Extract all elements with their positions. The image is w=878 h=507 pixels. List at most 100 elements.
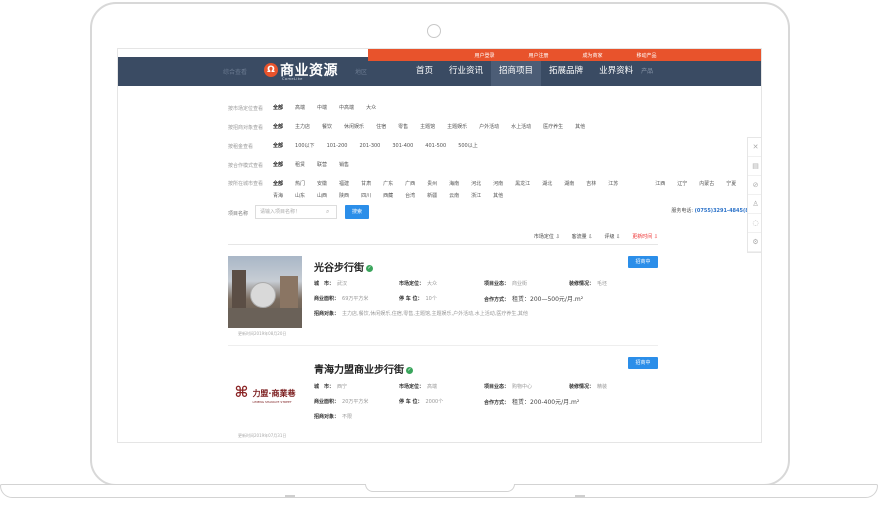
search-input[interactable]: 请输入项目名称！ [255,205,337,219]
filter-option[interactable]: 301-400 [392,142,413,151]
logo-icon[interactable]: Ω [264,63,278,77]
filter-option[interactable]: 户外活动 [479,123,499,132]
mobile-link[interactable]: 移动产品 [637,52,657,59]
sort-rating[interactable]: 评级 ⇩ [604,233,620,240]
filter-option[interactable]: 101-200 [327,142,348,151]
filter-option[interactable]: 主题馆 [420,123,435,132]
filter-option[interactable]: 401-500 [425,142,446,151]
filter-option[interactable]: 全部 [273,104,283,113]
recruiting-button[interactable]: 招商中 [628,357,658,369]
filter-option[interactable]: 四川 [361,192,371,201]
filter-option[interactable]: 陕西 [339,192,349,201]
filter-option[interactable]: 湖南 [564,180,574,189]
filter-option[interactable]: 西藏 [383,192,393,201]
phone-label: 服务电话: [671,208,693,214]
filter-option[interactable]: 租赁 [295,161,305,170]
gear-icon[interactable]: ⚙ [748,233,761,252]
compass-icon[interactable]: ⊘ [748,176,761,195]
filter-option[interactable]: 甘肃 [361,180,371,189]
filter-option[interactable]: 全部 [273,123,283,132]
close-icon[interactable]: ✕ [748,138,761,157]
listing-logo[interactable]: ⌘ 力盟·商業巷 LIMENG SHANGYE STREET [228,356,302,428]
filter-option[interactable]: 餐饮 [322,123,332,132]
recruiting-button[interactable]: 招商中 [628,256,658,268]
nav-item-materials[interactable]: 业界资料 [591,57,641,86]
filter-option[interactable]: 其他 [575,123,585,132]
filter-option[interactable]: 河南 [493,180,503,189]
filter-option[interactable]: 福建 [339,180,349,189]
filter-option[interactable]: 吉林 [586,180,596,189]
search-icon[interactable]: ⌕ [326,208,329,216]
filter-option[interactable]: 医疗养生 [543,123,563,132]
nav-item-news[interactable]: 行业资讯 [441,57,491,86]
filter-option[interactable]: 贵州 [427,180,437,189]
filter-option[interactable]: 黑龙江 [515,180,530,189]
filter-row-coop: 按合作模式查看 全部 租赁 联营 销售 [228,156,748,175]
filter-option[interactable]: 水上活动 [511,123,531,132]
updated-time: 更新时间2019年08月20日 [238,331,287,336]
sort-updated[interactable]: 更新时间 ⇩ [632,233,658,240]
chat-icon[interactable]: ◌ [748,214,761,233]
filter-option[interactable]: 云南 [449,192,459,201]
filter-option[interactable]: 台湾 [405,192,415,201]
filter-option[interactable]: 河北 [471,180,481,189]
filter-option[interactable]: 新疆 [427,192,437,201]
filter-option[interactable]: 山西 [317,192,327,201]
listing-title[interactable]: 青海力盟商业步行街 ✓ [314,361,413,376]
filter-option[interactable]: 大众 [366,104,376,113]
nav-item-brands[interactable]: 拓展品牌 [541,57,591,86]
filter-option[interactable]: 销售 [339,161,349,170]
filter-option[interactable]: 中端 [317,104,327,113]
camera-icon [427,24,441,38]
filter-option[interactable]: 其他 [493,192,503,201]
updated-time: 更新时间2019年07月31日 [238,433,287,438]
listing-fields: 城 市： 西宁 市场定位： 高端 项目业态： 购物中心 装修情况： 精装 商业面积： 20… [314,384,608,420]
search-button[interactable]: 搜索 [345,205,369,219]
login-link[interactable]: 用户登录 [474,52,494,59]
filter-label: 按所在城市查看 [228,181,264,187]
filter-option[interactable]: 内蒙古 [699,180,714,189]
filter-option[interactable]: 宁夏 [726,180,736,189]
filter-option[interactable]: 500以上 [458,142,478,151]
filter-option[interactable]: 青海 [273,192,283,201]
filter-option[interactable]: 浙江 [471,192,481,201]
filter-option[interactable]: 辽宁 [677,180,687,189]
nav-item-projects[interactable]: 招商项目 [491,57,542,86]
filter-option[interactable]: 零售 [398,123,408,132]
sort-position[interactable]: 市场定位 ⇩ [534,233,560,240]
filter-option[interactable]: 全部 [273,142,283,151]
filter-option[interactable]: 广东 [383,180,393,189]
filter-option[interactable]: 联营 [317,161,327,170]
verified-icon: ✓ [406,366,413,374]
filter-label: 按合作模式查看 [228,163,264,169]
filter-option[interactable]: 休闲娱乐 [344,123,364,132]
filter-option[interactable]: 安徽 [317,180,327,189]
user-icon[interactable]: ♙ [748,195,761,214]
filter-option[interactable]: 中高端 [339,104,354,113]
filter-option[interactable]: 广西 [405,180,415,189]
sort-traffic[interactable]: 客流量 ⇩ [572,233,593,240]
filter-option[interactable]: 全部 [273,161,283,170]
filter-option[interactable]: 山东 [295,192,305,201]
doc-icon[interactable]: ▤ [748,157,761,176]
filter-option[interactable]: 江西 [655,180,665,189]
brand-logo-caption: LIMENG SHANGYE STREET [252,399,292,404]
listing-title[interactable]: 光谷步行街 ✓ [314,259,373,274]
laptop-base [0,484,878,498]
listing-photo[interactable] [228,256,302,328]
register-link[interactable]: 用户注册 [528,52,548,59]
filter-option[interactable]: 海南 [449,180,459,189]
filter-option[interactable]: 主力店 [295,123,310,132]
filter-option[interactable]: 全部 [273,180,283,189]
merchant-link[interactable]: 成为商家 [583,52,603,59]
nav-item-home[interactable]: 首页 [408,57,441,86]
filter-option[interactable]: 高端 [295,104,305,113]
filter-option[interactable]: 201-300 [359,142,380,151]
filter-option[interactable]: 住宿 [376,123,386,132]
filter-option[interactable]: 江苏 [608,180,618,189]
filter-option[interactable]: 热门 [295,180,305,189]
filter-option[interactable]: 湖北 [542,180,552,189]
filter-option[interactable]: 主题娱乐 [447,123,467,132]
filter-row-position: 按市场定位查看 全部 高端 中端 中高端 大众 [228,99,748,118]
filter-option[interactable]: 100以下 [295,142,315,151]
